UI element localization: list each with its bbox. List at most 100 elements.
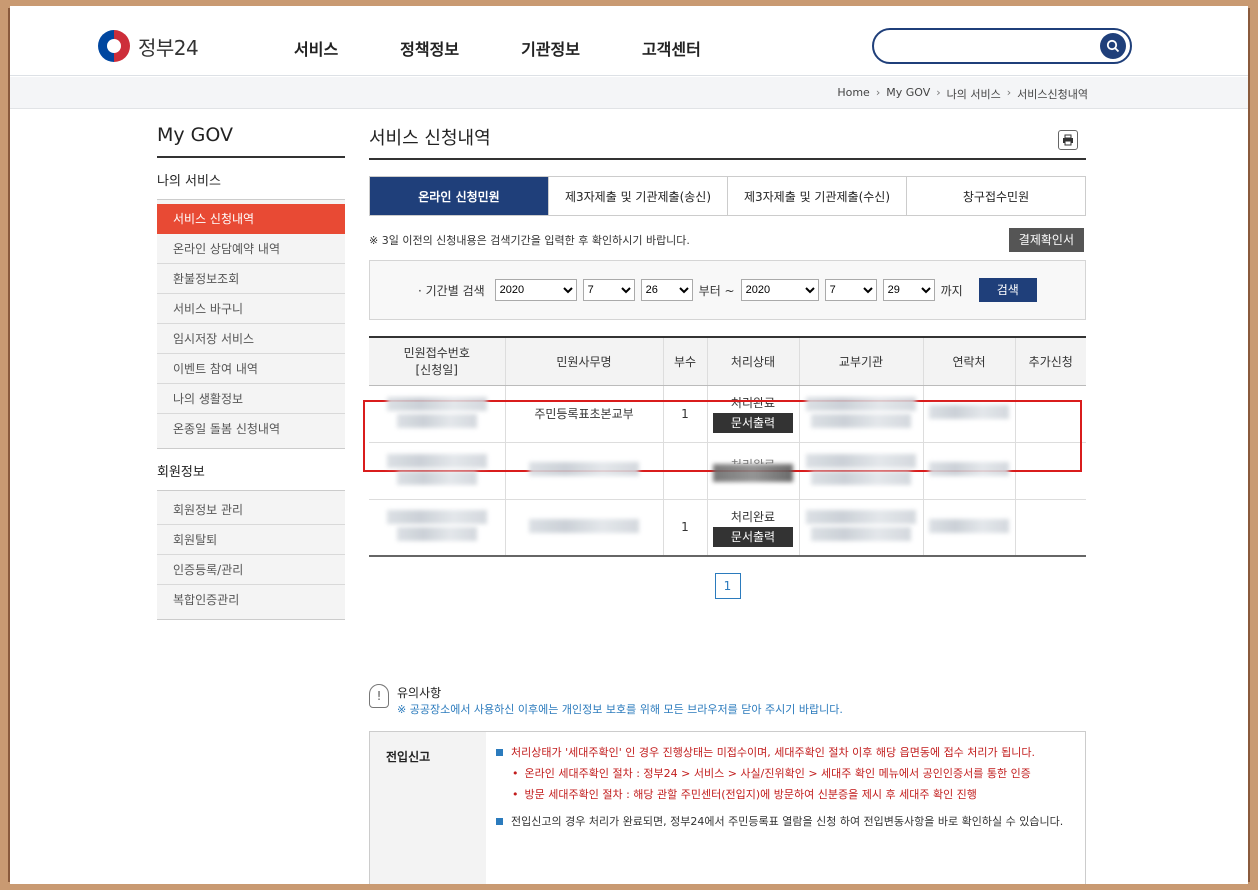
breadcrumb-home[interactable]: Home — [837, 86, 869, 102]
from-day-select[interactable]: 26 — [640, 279, 693, 301]
site-header: 정부24 서비스 정책정보 기관정보 고객센터 — [10, 6, 1248, 76]
cell-status: 처리완료 문서출력 — [706, 499, 799, 557]
redacted-block — [396, 470, 477, 485]
redacted-block — [529, 462, 639, 476]
lightbulb-icon: ! — [369, 684, 389, 708]
sidebar-item-service-history[interactable]: 서비스 신청내역 — [157, 204, 345, 234]
th-copies: 부수 — [662, 336, 707, 386]
to-day-select[interactable]: 29 — [882, 279, 935, 301]
th-status: 처리상태 — [706, 336, 799, 386]
info-subitem: • 온라인 세대주확인 절차 : 정부24 > 서비스 > 사실/진위확인 > … — [512, 765, 1073, 782]
cell-additional — [1014, 442, 1086, 500]
page-number[interactable]: 1 — [714, 573, 741, 599]
chevron-right-icon: › — [936, 86, 941, 99]
th-contact: 연락처 — [922, 336, 1015, 386]
sidebar-item-temp-saved[interactable]: 임시저장 서비스 — [157, 324, 345, 354]
caution-section: ! 유의사항 ※ 공공장소에서 사용하신 이후에는 개인정보 보호를 위해 모든… — [369, 684, 1086, 884]
info-item: 처리상태가 '세대주확인' 인 경우 진행상태는 미접수이며, 세대주확인 절차… — [496, 744, 1073, 761]
caution-header: ! 유의사항 ※ 공공장소에서 사용하신 이후에는 개인정보 보호를 위해 모든… — [369, 684, 1086, 717]
cell-agency — [798, 385, 923, 443]
main-content: 서비스 신청내역 온라인 신청민원 제3자제출 및 기관제출(송신) 제3자제출… — [363, 124, 1086, 599]
breadcrumb-mygov[interactable]: My GOV — [886, 86, 930, 102]
cell-service-name — [504, 442, 663, 500]
tab-online-applications[interactable]: 온라인 신청민원 — [370, 177, 548, 215]
page-title-bar: 서비스 신청내역 — [369, 124, 1086, 160]
caution-subtitle: ※ 공공장소에서 사용하신 이후에는 개인정보 보호를 위해 모든 브라우저를 … — [397, 703, 843, 716]
logo-text: 정부24 — [138, 35, 199, 60]
breadcrumb: Home › My GOV › 나의 서비스 › 서비스신청내역 — [837, 86, 1088, 102]
square-bullet-icon — [496, 749, 503, 756]
info-box: 전입신고 처리상태가 '세대주확인' 인 경우 진행상태는 미접수이며, 세대주… — [369, 731, 1086, 884]
sidebar-item-service-basket[interactable]: 서비스 바구니 — [157, 294, 345, 324]
sidebar: My GOV 나의 서비스 서비스 신청내역 온라인 상담예약 내역 환불정보조… — [157, 124, 345, 620]
sidebar-list-member-info: 회원정보 관리 회원탈퇴 인증등록/관리 복합인증관리 — [157, 491, 345, 620]
redacted-block — [929, 518, 1009, 533]
from-month-select[interactable]: 7 — [582, 279, 635, 301]
sidebar-item-care-application[interactable]: 온종일 돌봄 신청내역 — [157, 414, 345, 444]
to-year-select[interactable]: 2020 — [740, 279, 819, 301]
redacted-block — [929, 462, 1009, 476]
from-year-select[interactable]: 2020 — [494, 279, 577, 301]
tab-third-party-received[interactable]: 제3자제출 및 기관제출(수신) — [727, 177, 906, 215]
breadcrumb-bar: Home › My GOV › 나의 서비스 › 서비스신청내역 — [10, 77, 1248, 109]
search-notice: ※ 3일 이전의 신청내용은 검색기간을 입력한 후 확인하시기 바랍니다. 결… — [369, 228, 1086, 254]
status-text: 처리완료 — [730, 396, 776, 410]
cell-service-name: 주민등록표초본교부 — [504, 385, 663, 443]
chevron-right-icon: › — [875, 86, 881, 99]
tab-counter-applications[interactable]: 창구접수민원 — [906, 177, 1085, 215]
nav-agency-info[interactable]: 기관정보 — [521, 36, 580, 60]
sidebar-item-cert-manage[interactable]: 인증등록/관리 — [157, 555, 345, 585]
breadcrumb-my-services[interactable]: 나의 서비스 — [947, 86, 1001, 102]
cell-status: 처리완료 문서출력 — [706, 385, 799, 443]
caution-title: 유의사항 — [397, 686, 442, 700]
cell-contact — [922, 385, 1015, 443]
date-search-button[interactable]: 검색 — [978, 278, 1037, 302]
cell-additional — [1014, 385, 1086, 443]
table-row: 처리완료 — [369, 442, 1086, 500]
status-text: 처리완료 — [708, 456, 799, 464]
sidebar-item-member-manage[interactable]: 회원정보 관리 — [157, 495, 345, 525]
print-document-button[interactable]: 문서출력 — [713, 526, 793, 547]
cell-additional — [1014, 499, 1086, 557]
info-item: 전입신고의 경우 처리가 완료되면, 정부24에서 주민등록표 열람을 신청 하… — [496, 813, 1073, 830]
cell-receipt-no — [369, 385, 505, 443]
nav-services[interactable]: 서비스 — [294, 36, 338, 60]
sidebar-section-member-info[interactable]: 회원정보 — [157, 449, 345, 491]
th-service-name: 민원사무명 — [504, 336, 663, 386]
tab-third-party-sent[interactable]: 제3자제출 및 기관제출(송신) — [548, 177, 727, 215]
nav-customer-center[interactable]: 고객센터 — [642, 36, 701, 60]
sidebar-item-multi-auth[interactable]: 복합인증관리 — [157, 585, 345, 615]
cell-contact — [922, 442, 1015, 500]
info-box-label: 전입신고 — [370, 732, 486, 884]
sidebar-item-withdraw[interactable]: 회원탈퇴 — [157, 525, 345, 555]
sidebar-item-event-history[interactable]: 이벤트 참여 내역 — [157, 354, 345, 384]
to-text: 까지 — [940, 283, 963, 298]
main-nav: 서비스 정책정보 기관정보 고객센터 — [294, 36, 763, 60]
page-title: 서비스 신청내역 — [369, 128, 491, 149]
print-document-button[interactable]: 문서출력 — [713, 413, 793, 433]
sidebar-section-my-services[interactable]: 나의 서비스 — [157, 158, 345, 200]
search-icon — [1106, 39, 1120, 53]
info-box-body: 처리상태가 '세대주확인' 인 경우 진행상태는 미접수이며, 세대주확인 절차… — [486, 732, 1085, 884]
cell-contact — [922, 499, 1015, 557]
nav-policy-info[interactable]: 정책정보 — [400, 36, 459, 60]
redacted-block — [806, 396, 916, 411]
sidebar-item-consult-reservation[interactable]: 온라인 상담예약 내역 — [157, 234, 345, 264]
search-button[interactable] — [1100, 33, 1126, 59]
site-logo[interactable]: 정부24 — [98, 30, 199, 62]
sidebar-item-refund-info[interactable]: 환불정보조회 — [157, 264, 345, 294]
info-line-1: 처리상태가 '세대주확인' 인 경우 진행상태는 미접수이며, 세대주확인 절차… — [511, 746, 1036, 759]
search-input[interactable] — [888, 30, 1108, 60]
sidebar-item-life-info[interactable]: 나의 생활정보 — [157, 384, 345, 414]
cell-service-name — [504, 499, 663, 557]
chevron-right-icon: › — [1006, 86, 1012, 99]
print-button[interactable] — [1058, 130, 1078, 150]
info-sub-2: 방문 세대주확인 절차 : 해당 관할 주민센터(전입지)에 방문하여 신분증을… — [524, 788, 977, 801]
redacted-block — [811, 413, 911, 428]
payment-receipt-button[interactable]: 결제확인서 — [1008, 228, 1084, 252]
taegeuk-logo-icon — [98, 30, 130, 62]
table-header-row: 민원접수번호 [신청일] 민원사무명 부수 처리상태 교부기관 연락처 추가신청 — [369, 336, 1086, 386]
cell-copies: 1 — [662, 499, 707, 557]
to-month-select[interactable]: 7 — [824, 279, 877, 301]
square-bullet-icon — [496, 818, 503, 825]
